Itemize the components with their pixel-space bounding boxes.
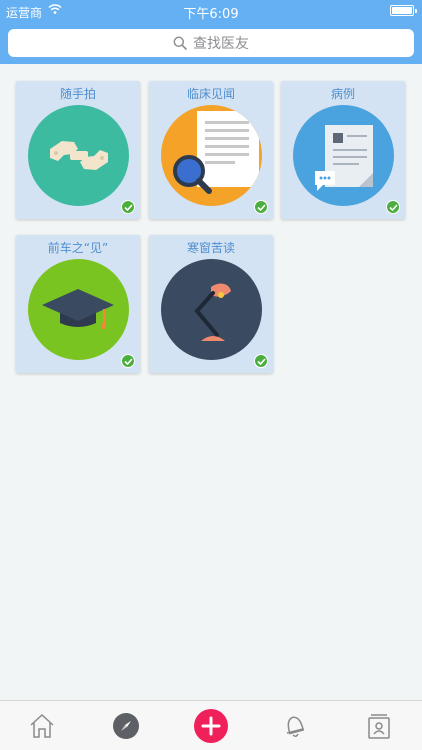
search-input[interactable]: 查找医友 xyxy=(8,29,414,57)
home-icon xyxy=(30,713,54,738)
check-icon xyxy=(254,354,268,368)
search-icon xyxy=(173,36,187,50)
camera-hands-icon xyxy=(28,105,129,206)
compass-icon xyxy=(113,713,139,739)
plus-icon xyxy=(194,709,228,743)
graduation-cap-icon xyxy=(28,259,129,360)
status-time: 下午6:09 xyxy=(183,7,239,22)
card-title: 病例 xyxy=(330,87,355,101)
card-title: 寒窗苦读 xyxy=(186,241,235,255)
status-bar: 运营商 下午6:09 xyxy=(0,0,422,22)
card-title: 前车之“见” xyxy=(47,241,109,255)
document-magnifier-icon xyxy=(161,105,262,206)
desk-lamp-icon xyxy=(161,259,262,360)
category-card-cases[interactable]: 病例 xyxy=(281,81,405,219)
search-placeholder: 查找医友 xyxy=(193,36,249,52)
header: 运营商 下午6:09 查找医友 xyxy=(0,0,422,64)
tab-bar xyxy=(0,700,422,750)
tab-contacts[interactable] xyxy=(363,710,395,742)
contacts-icon xyxy=(368,714,390,739)
battery-icon xyxy=(390,5,417,16)
category-card-snapshot[interactable]: 随手拍 xyxy=(16,81,140,219)
category-card-study[interactable]: 寒窗苦读 xyxy=(149,235,273,373)
check-icon xyxy=(386,200,400,214)
case-document-icon xyxy=(293,105,394,206)
bell-icon xyxy=(286,716,305,738)
tab-add[interactable] xyxy=(194,709,228,743)
category-card-clinical[interactable]: 临床见闻 xyxy=(149,81,273,219)
check-icon xyxy=(121,200,135,214)
check-icon xyxy=(254,200,268,214)
tab-notifications[interactable] xyxy=(279,710,311,742)
category-card-lessons[interactable]: 前车之“见” xyxy=(16,235,140,373)
check-icon xyxy=(121,354,135,368)
card-title: 临床见闻 xyxy=(186,87,235,101)
card-title: 随手拍 xyxy=(59,87,96,101)
tab-discover[interactable] xyxy=(110,710,142,742)
tab-home[interactable] xyxy=(26,710,58,742)
